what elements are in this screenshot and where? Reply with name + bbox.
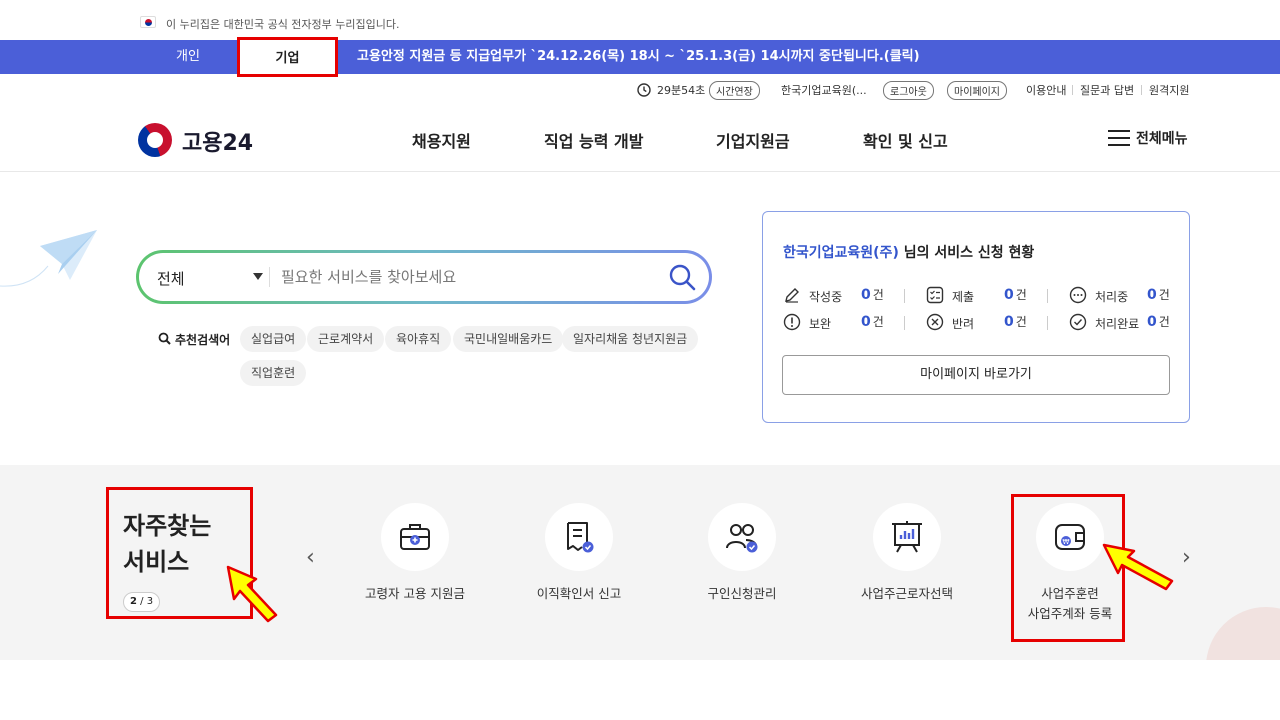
service-item[interactable] <box>381 503 449 571</box>
pencil-icon <box>785 288 799 303</box>
status-label-rejected: 반려 <box>952 317 975 331</box>
exclamation-icon <box>783 313 801 331</box>
status-title: 한국기업교육원(주) 님의 서비스 신청 현황 <box>783 242 1034 262</box>
x-circle-icon <box>926 313 944 331</box>
presentation-board-icon <box>892 521 922 553</box>
extend-time-button[interactable]: 시간연장 <box>709 81 760 100</box>
divider <box>1047 289 1048 303</box>
service-status-panel: 한국기업교육원(주) 님의 서비스 신청 현황 작성중 0건 제출 0건 처리중… <box>762 211 1190 423</box>
checklist-icon <box>926 286 944 304</box>
frequent-services-section: 자주찾는 서비스 2 / 3 ‹ › 고령자 고용 지원금 이직확인서 신고 구인… <box>0 465 1280 660</box>
divider <box>904 289 905 303</box>
service-icon-circle <box>545 503 613 571</box>
gov-banner-text: 이 누리집은 대한민국 공식 전자정부 누리집입니다. <box>166 18 400 31</box>
nav-recruit[interactable]: 채용지원 <box>412 128 471 152</box>
document-check-icon <box>567 522 594 553</box>
service-label[interactable]: 사업주근로자선택 <box>840 584 974 604</box>
search-input[interactable] <box>281 263 661 291</box>
check-circle-icon <box>1069 313 1087 331</box>
search-icon[interactable] <box>667 262 697 292</box>
utility-bar: 29분54초 시간연장 한국기업교육원(... 로그아웃 마이페이지 이용안내 … <box>0 76 1280 104</box>
status-count-supplement[interactable]: 0건 <box>861 313 884 330</box>
remote-support-link[interactable]: 원격지원 <box>1149 82 1189 98</box>
search-small-icon <box>158 332 171 345</box>
service-label[interactable]: 고령자 고용 지원금 <box>348 584 482 604</box>
korea-flag-icon <box>140 16 156 28</box>
keyword-chip[interactable]: 실업급여 <box>240 326 307 352</box>
decorative-circle <box>1206 607 1280 660</box>
keyword-chip[interactable]: 근로계약서 <box>307 326 385 352</box>
session-timer: 29분54초 <box>657 84 706 97</box>
qna-link[interactable]: 질문과 답변 <box>1080 82 1134 98</box>
people-check-icon <box>726 524 758 553</box>
recommended-keywords-label: 추천검색어 <box>175 333 231 347</box>
service-icon-circle <box>708 503 776 571</box>
divider <box>1141 85 1142 95</box>
status-count-rejected[interactable]: 0건 <box>1004 313 1027 330</box>
divider <box>269 267 270 287</box>
dots-icon <box>1069 286 1087 304</box>
logo-text: 고용24 <box>182 131 254 156</box>
keyword-chip[interactable]: 육아휴직 <box>385 326 452 352</box>
mypage-shortcut-button[interactable]: 마이페이지 바로가기 <box>782 355 1170 395</box>
search-bar: 전체 <box>136 250 712 304</box>
keyword-chip[interactable]: 일자리채움 청년지원금 <box>562 326 699 352</box>
nav-report[interactable]: 확인 및 신고 <box>863 128 948 152</box>
nav-subsidy[interactable]: 기업지원금 <box>716 128 790 152</box>
arrow-pointer-icon <box>226 565 278 623</box>
keyword-chip[interactable]: 직업훈련 <box>240 360 307 386</box>
logout-button[interactable]: 로그아웃 <box>883 81 934 100</box>
hamburger-icon <box>1108 130 1130 146</box>
gov-banner: 이 누리집은 대한민국 공식 전자정부 누리집입니다. <box>0 0 1280 40</box>
main-header: 고용24 채용지원 직업 능력 개발 기업지원금 확인 및 신고 전체메뉴 <box>0 104 1280 172</box>
divider <box>904 316 905 330</box>
status-org-name[interactable]: 한국기업교육원(주) <box>783 245 899 261</box>
service-item[interactable] <box>873 503 941 571</box>
notice-link[interactable]: 고용안정 지원금 등 지급업무가 `24.12.26(목) 18시 ~ `25.… <box>357 40 920 74</box>
status-title-suffix: 님의 서비스 신청 현황 <box>898 245 1035 261</box>
status-count-submitted[interactable]: 0건 <box>1004 286 1027 303</box>
clock-icon <box>637 83 651 97</box>
taegeuk-logo-icon <box>138 123 172 157</box>
status-label-submitted: 제출 <box>952 290 975 304</box>
org-name: 한국기업교육원(... <box>781 84 867 97</box>
caret-down-icon[interactable] <box>253 273 263 280</box>
status-label-writing: 작성중 <box>809 290 843 304</box>
briefcase-plus-icon <box>400 524 430 550</box>
search-scope-select[interactable]: 전체 <box>157 268 185 289</box>
tab-business[interactable]: 기업 <box>237 37 338 77</box>
all-menu-label: 전체메뉴 <box>1136 131 1188 147</box>
service-icon-circle <box>381 503 449 571</box>
status-count-writing[interactable]: 0건 <box>861 286 884 303</box>
frequent-services-title: 자주찾는 서비스 <box>123 512 212 576</box>
guide-link[interactable]: 이용안내 <box>1026 82 1066 98</box>
status-label-completed: 처리완료 <box>1095 317 1140 331</box>
service-item[interactable] <box>545 503 613 571</box>
mypage-button[interactable]: 마이페이지 <box>947 81 1007 100</box>
service-item[interactable] <box>708 503 776 571</box>
service-label[interactable]: 구인신청관리 <box>675 584 809 604</box>
tab-personal[interactable]: 개인 <box>138 40 238 74</box>
paper-plane-icon <box>0 230 97 287</box>
top-bar: 개인 기업 고용안정 지원금 등 지급업무가 `24.12.26(목) 18시 … <box>0 37 1280 77</box>
divider <box>1072 85 1073 95</box>
service-label[interactable]: 이직확인서 신고 <box>512 584 646 604</box>
status-count-processing[interactable]: 0건 <box>1147 286 1170 303</box>
keyword-chip[interactable]: 국민내일배움카드 <box>453 326 564 352</box>
divider <box>1047 316 1048 330</box>
nav-skills[interactable]: 직업 능력 개발 <box>544 128 643 152</box>
carousel-pager: 2 / 3 <box>123 592 161 612</box>
status-label-supplement: 보완 <box>809 317 832 331</box>
status-label-processing: 처리중 <box>1095 290 1129 304</box>
status-count-completed[interactable]: 0건 <box>1147 313 1170 330</box>
carousel-next-chevron-icon[interactable]: › <box>1182 545 1191 570</box>
logo[interactable]: 고용24 <box>138 122 258 158</box>
carousel-prev-chevron-icon[interactable]: ‹ <box>306 545 315 570</box>
arrow-pointer-icon <box>1102 543 1174 591</box>
service-icon-circle <box>873 503 941 571</box>
